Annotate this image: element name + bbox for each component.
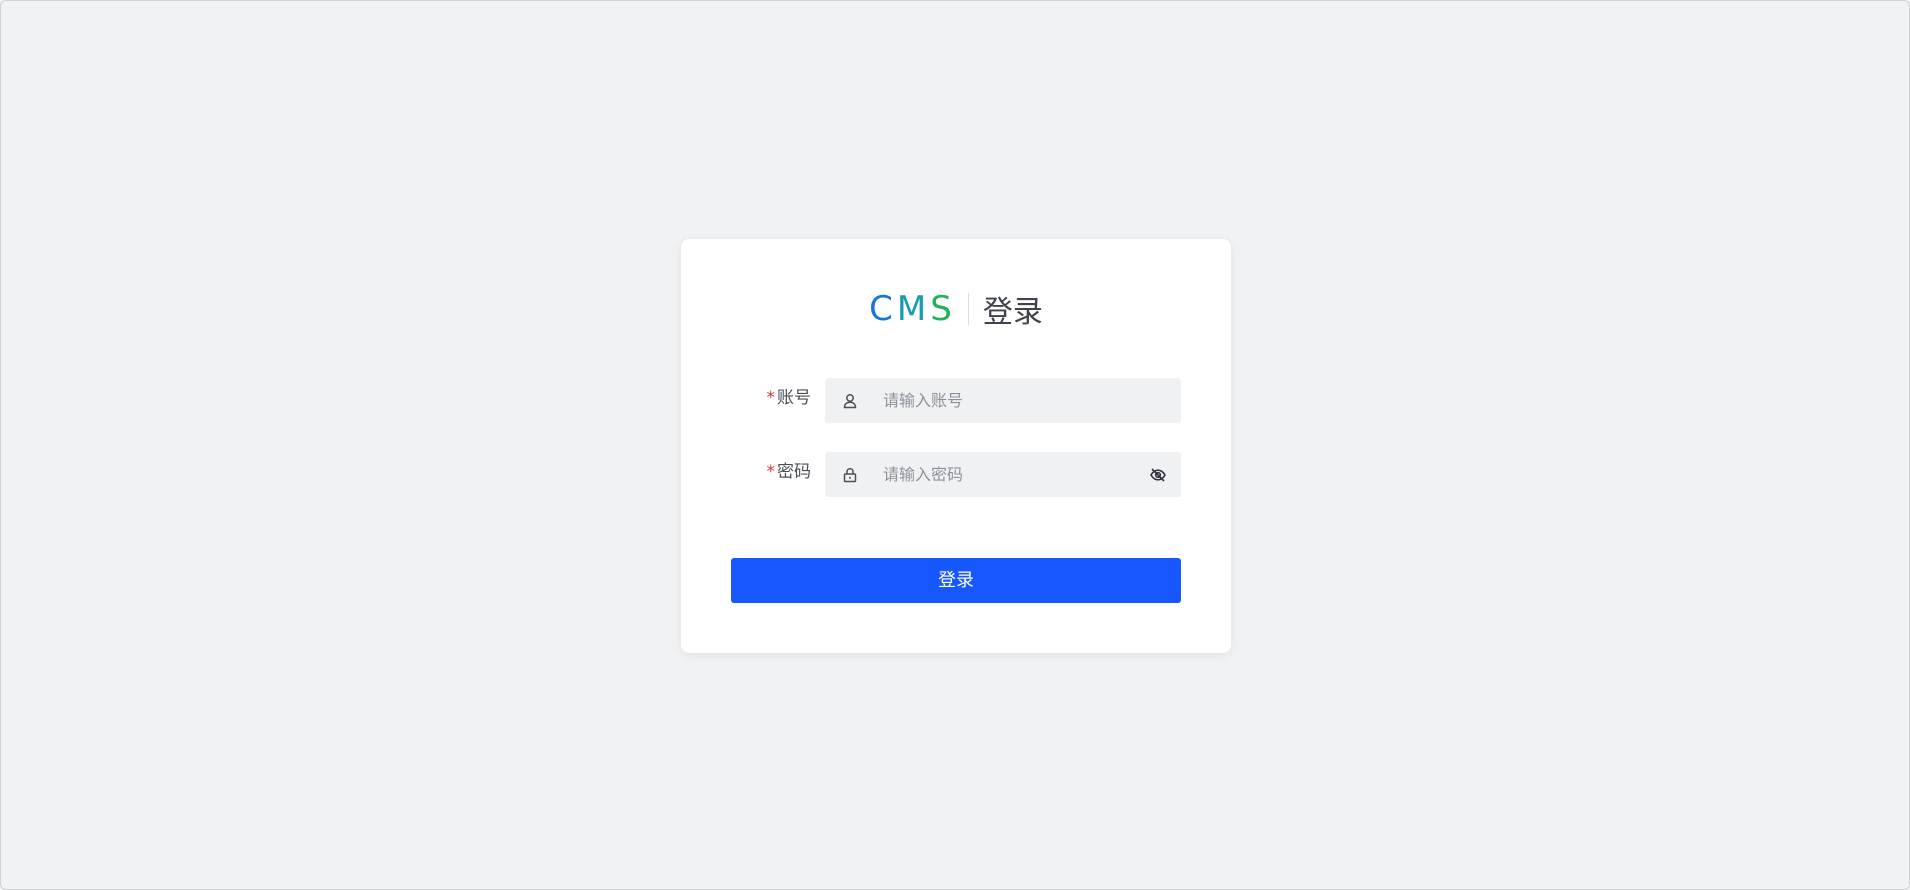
logo-letter-s: S	[930, 289, 956, 329]
lock-icon	[841, 466, 859, 484]
logo-letter-m: M	[896, 289, 931, 329]
required-mark: *	[766, 388, 776, 408]
page-title: 登录	[982, 295, 1043, 330]
required-mark: *	[766, 462, 776, 482]
user-icon	[841, 392, 859, 410]
login-card: C M S 登录 * 账号 请输入账号 * 密码 请输入密码 登录	[681, 239, 1231, 653]
password-input[interactable]: 请输入密码	[825, 452, 1181, 497]
password-label: * 密码	[767, 452, 812, 498]
account-input[interactable]: 请输入账号	[825, 378, 1181, 423]
logo-divider	[967, 293, 969, 325]
eye-hidden-icon[interactable]	[1149, 466, 1167, 484]
password-row: * 密码 请输入密码	[681, 452, 1231, 498]
cms-logo: C M S	[869, 289, 956, 329]
login-header: C M S 登录	[681, 289, 1231, 330]
account-label: * 账号	[767, 378, 812, 424]
account-placeholder: 请输入账号	[883, 391, 964, 410]
login-button[interactable]: 登录	[731, 558, 1181, 603]
password-label-text: 密码	[777, 462, 811, 482]
account-label-text: 账号	[777, 388, 811, 408]
password-placeholder: 请输入密码	[883, 465, 964, 484]
account-row: * 账号 请输入账号	[681, 378, 1231, 424]
logo-letter-c: C	[869, 289, 897, 329]
